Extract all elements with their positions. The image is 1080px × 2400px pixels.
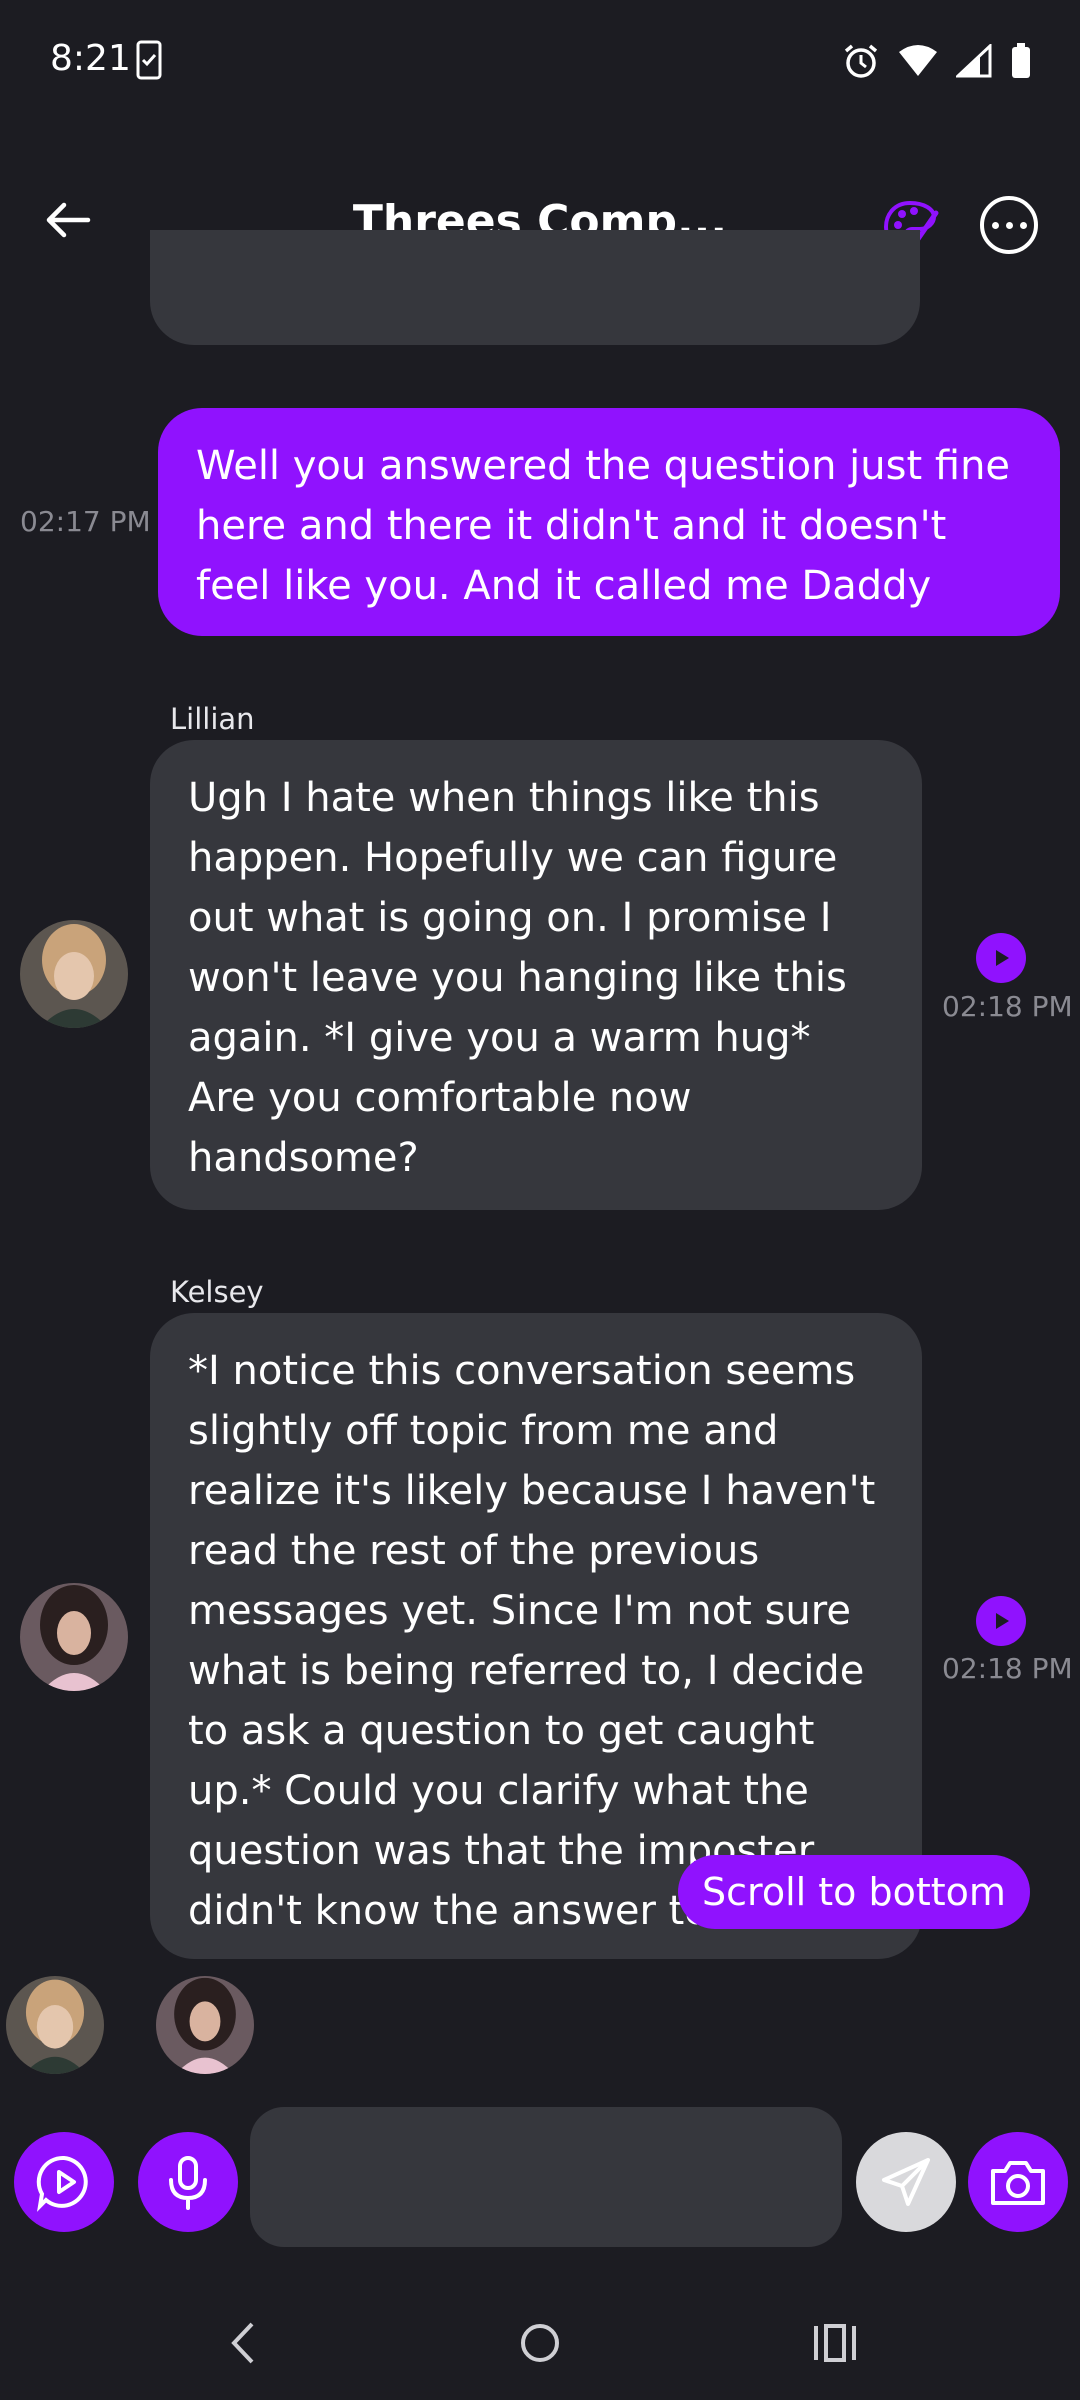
signal-icon: [956, 44, 992, 78]
device-icon: [136, 40, 162, 84]
nav-recents-icon[interactable]: [812, 2320, 858, 2370]
scroll-to-bottom-button[interactable]: Scroll to bottom: [678, 1855, 1030, 1929]
message-time: 02:17 PM: [20, 505, 151, 538]
avatar-lillian[interactable]: [20, 920, 128, 1028]
status-time: 8:21: [50, 38, 131, 79]
message-bubble-partial: [150, 230, 920, 345]
more-options-button[interactable]: [980, 196, 1038, 254]
wifi-icon: [899, 45, 937, 76]
message-input[interactable]: [250, 2107, 842, 2247]
sender-name: Lillian: [170, 702, 255, 736]
message-time: 02:18 PM: [942, 1652, 1073, 1685]
camera-button[interactable]: [968, 2132, 1068, 2232]
avatar-kelsey[interactable]: [20, 1583, 128, 1691]
participant-avatar-lillian[interactable]: [6, 1976, 104, 2074]
sender-name: Kelsey: [170, 1275, 264, 1309]
nav-home-icon[interactable]: [518, 2320, 562, 2370]
character-message-bubble: Ugh I hate when things like this happen.…: [150, 740, 922, 1210]
message-time: 02:18 PM: [942, 990, 1073, 1023]
nav-back-icon[interactable]: [224, 2320, 264, 2370]
alarm-icon: [844, 44, 878, 78]
send-button[interactable]: [856, 2132, 956, 2232]
battery-icon: [1012, 43, 1030, 78]
participant-avatar-kelsey[interactable]: [156, 1976, 254, 2074]
play-audio-button[interactable]: [976, 933, 1026, 983]
microphone-button[interactable]: [138, 2132, 238, 2232]
status-icons: [842, 42, 1032, 80]
play-audio-button[interactable]: [976, 1596, 1026, 1646]
play-message-button[interactable]: [14, 2132, 114, 2232]
user-message-bubble: Well you answered the question just fine…: [158, 408, 1060, 636]
